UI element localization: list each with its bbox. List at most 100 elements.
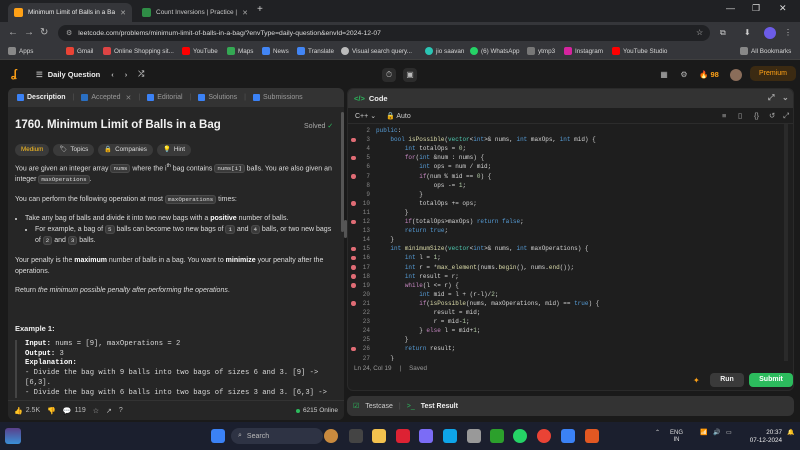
hint-chip[interactable]: 💡 Hint bbox=[156, 144, 192, 156]
edge-icon[interactable] bbox=[443, 429, 457, 443]
topics-chip[interactable]: 🏷 Topics bbox=[53, 144, 95, 156]
close-tab-icon[interactable]: ✕ bbox=[120, 9, 126, 17]
breakpoint-icon[interactable] bbox=[351, 201, 356, 206]
breakpoint-icon[interactable] bbox=[351, 274, 356, 279]
leetcode-logo-icon[interactable]: ʆ bbox=[11, 68, 21, 80]
bookmark-ytmp3[interactable]: ytmp3 bbox=[527, 47, 555, 55]
fullscreen-icon[interactable]: ⤢ bbox=[783, 111, 789, 121]
notes-icon[interactable]: ≡ bbox=[722, 111, 726, 120]
shuffle-icon[interactable]: ⤮ bbox=[138, 69, 144, 79]
vscode-icon[interactable] bbox=[561, 429, 575, 443]
powerpoint-icon[interactable] bbox=[585, 429, 599, 443]
help-button[interactable]: ? bbox=[119, 407, 123, 414]
code-line[interactable]: 18 int result = r; bbox=[348, 272, 788, 281]
close-tab-icon[interactable]: ✕ bbox=[242, 9, 248, 17]
code-line[interactable]: 2 public: bbox=[348, 126, 788, 135]
wifi-icon[interactable]: 📶 bbox=[700, 430, 707, 437]
reload-icon[interactable]: ↻ bbox=[40, 27, 48, 38]
bookmark-instagram[interactable]: Instagram bbox=[564, 47, 603, 55]
whatsapp-taskbar-icon[interactable] bbox=[513, 429, 527, 443]
copilot-app-icon[interactable] bbox=[419, 429, 433, 443]
menu-dots-icon[interactable]: ⋮ bbox=[784, 28, 792, 37]
problem-title[interactable]: 1760. Minimum Limit of Balls in a Bag bbox=[15, 119, 221, 131]
site-info-icon[interactable]: ⚙ bbox=[66, 29, 72, 37]
breakpoint-icon[interactable] bbox=[351, 246, 356, 252]
download-icon[interactable]: ⬇ bbox=[744, 28, 751, 37]
code-line[interactable]: 21 if(isPossible(nums, maxOperations, mi… bbox=[348, 299, 788, 308]
url-bar[interactable]: ⚙ leetcode.com/problems/minimum-limit-of… bbox=[58, 25, 710, 41]
all-bookmarks[interactable]: All Bookmarks bbox=[740, 47, 791, 55]
tab-testcase[interactable]: Testcase bbox=[365, 403, 393, 410]
file-explorer-icon[interactable] bbox=[372, 429, 386, 443]
volume-icon[interactable]: 🔊 bbox=[713, 430, 720, 437]
code-line[interactable]: 10 totalOps += ops; bbox=[348, 199, 788, 208]
maximize-icon[interactable]: ⤢ bbox=[768, 93, 774, 103]
store-icon[interactable] bbox=[467, 429, 481, 443]
layout-icon[interactable]: ▦ bbox=[657, 68, 671, 82]
code-line[interactable]: 17 int r = *max_element(nums.begin(), nu… bbox=[348, 263, 788, 272]
bookmark-youtube[interactable]: YouTube bbox=[182, 47, 218, 55]
bookmark-maps[interactable]: Maps bbox=[227, 47, 253, 55]
office-icon[interactable] bbox=[396, 429, 410, 443]
breakpoint-icon[interactable] bbox=[351, 283, 356, 288]
code-line[interactable]: 26 return result; bbox=[348, 344, 788, 353]
reset-icon[interactable]: ↺ bbox=[769, 111, 775, 120]
tab-leetcode[interactable]: Minimum Limit of Balls in a Bag ✕ bbox=[8, 3, 132, 22]
task-view-icon[interactable] bbox=[349, 429, 363, 443]
language-select[interactable]: C++ ⌄ bbox=[355, 112, 376, 120]
maximize-window-icon[interactable]: ❐ bbox=[752, 3, 760, 14]
code-editor[interactable]: 2 public: 3 bool isPossible(vector<int>& n… bbox=[348, 124, 788, 361]
code-line[interactable]: 25 } bbox=[348, 335, 788, 344]
taskbar-search[interactable]: ⌕ Search bbox=[231, 428, 323, 444]
premium-button[interactable]: Premium bbox=[750, 66, 796, 81]
bookmark-jiosaavn[interactable]: jio saavan bbox=[425, 47, 464, 55]
copilot-icon[interactable] bbox=[324, 429, 338, 443]
format-braces-icon[interactable]: {} bbox=[754, 111, 759, 120]
forward-icon[interactable]: → bbox=[24, 27, 34, 38]
code-line[interactable]: 23 r = mid-1; bbox=[348, 317, 788, 326]
back-icon[interactable]: ← bbox=[8, 27, 18, 38]
tab-editorial[interactable]: Editorial bbox=[144, 94, 185, 101]
like-button[interactable]: 👍 2.5K bbox=[14, 407, 40, 415]
chrome-icon[interactable] bbox=[537, 429, 551, 443]
new-tab-button[interactable]: + bbox=[257, 4, 263, 15]
code-line[interactable]: 22 result = mid; bbox=[348, 308, 788, 317]
profile-avatar[interactable] bbox=[764, 27, 776, 39]
code-line[interactable]: 11 } bbox=[348, 208, 788, 217]
companies-chip[interactable]: 🔒 Companies bbox=[98, 144, 153, 156]
bookmark-gmail[interactable]: Gmail bbox=[66, 47, 93, 55]
code-line[interactable]: 27 } bbox=[348, 354, 788, 362]
close-tab-icon[interactable]: ✕ bbox=[126, 94, 132, 102]
tab-submissions[interactable]: Submissions bbox=[250, 94, 306, 101]
breakpoint-icon[interactable] bbox=[351, 174, 356, 179]
close-window-icon[interactable]: ✕ bbox=[779, 3, 787, 14]
code-line[interactable]: 13 return true; bbox=[348, 226, 788, 235]
bookmark-whatsapp[interactable]: (6) WhatsApp bbox=[470, 47, 520, 55]
user-avatar[interactable] bbox=[730, 69, 742, 81]
submit-button[interactable]: Submit bbox=[749, 373, 793, 387]
notes-icon[interactable]: ▣ bbox=[403, 68, 417, 82]
tab-accepted[interactable]: Accepted ✕ bbox=[78, 94, 134, 102]
battery-icon[interactable]: ▭ bbox=[726, 430, 732, 437]
tab-solutions[interactable]: Solutions bbox=[195, 94, 240, 101]
breakpoint-icon[interactable] bbox=[351, 346, 356, 352]
code-line[interactable]: 8 ops -= 1; bbox=[348, 181, 788, 190]
bookmark-shopping[interactable]: Online Shopping sit... bbox=[103, 47, 174, 55]
share-button[interactable]: ↗ bbox=[106, 407, 112, 415]
language-indicator[interactable]: ENG IN bbox=[670, 430, 683, 443]
timer-icon[interactable]: ⏱ bbox=[382, 68, 396, 82]
ai-assist-icon[interactable]: ✦ bbox=[693, 376, 700, 385]
tray-chevron-icon[interactable]: ⌃ bbox=[655, 430, 660, 437]
favorite-button[interactable]: ☆ bbox=[93, 407, 99, 415]
code-line[interactable]: 14 } bbox=[348, 235, 788, 244]
comments-button[interactable]: 💬 119 bbox=[63, 407, 86, 415]
streak-counter[interactable]: 🔥 98 bbox=[699, 70, 719, 79]
code-line[interactable]: 19 while(l <= r) { bbox=[348, 281, 788, 290]
code-line[interactable]: 5 for(int &num : nums) { bbox=[348, 153, 788, 162]
code-line[interactable]: 15 int minimumSize(vector<int>& nums, in… bbox=[348, 244, 788, 253]
code-line[interactable]: 12 if(totalOps>maxOps) return false; bbox=[348, 217, 788, 226]
tab-description[interactable]: Description bbox=[14, 94, 69, 101]
run-button[interactable]: Run bbox=[710, 373, 744, 387]
scrollbar[interactable] bbox=[341, 112, 344, 232]
code-line[interactable]: 3 bool isPossible(vector<int>& nums, int… bbox=[348, 135, 788, 144]
